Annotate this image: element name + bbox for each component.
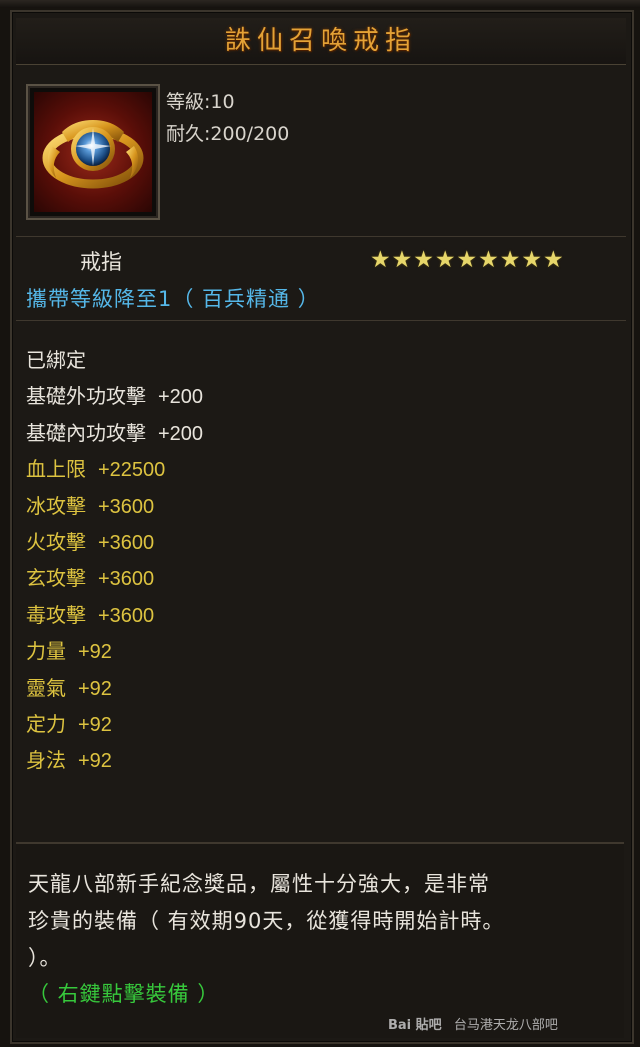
stat-row: 玄攻擊 +3600 [26,560,203,596]
stat-row: 火攻擊 +3600 [26,524,203,560]
stat-value: +3600 [98,604,155,627]
star-icon: ★ [499,247,521,273]
item-name: 誅仙召喚戒指 [224,26,417,56]
star-icon: ★ [543,247,564,273]
star-rating: ★ ★ ★ ★ ★ ★ ★ ★ ★ [370,248,564,272]
star-icon: ★ [434,247,456,273]
star-icon: ★ [370,247,391,273]
stat-name: 毒攻擊 [26,602,86,627]
watermark-text: 台马港天龙八部吧 [453,1018,558,1033]
stat-name: 火攻擊 [26,529,86,554]
stat-value: +22500 [98,459,166,482]
divider-top [16,236,626,237]
stat-value: +3600 [98,495,155,518]
stat-name: 已綁定 [26,348,86,372]
stat-name: 力量 [26,639,66,664]
description-box: 天龍八部新手紀念獎品，屬性十分強大，是非常 珍貴的裝備（ 有效期90天，從獲得時… [16,842,624,1038]
stat-value: +3600 [98,568,155,591]
stat-row: 身法 +92 [26,742,203,778]
stat-name: 血上限 [26,457,86,482]
description-line: ）。 [28,946,62,970]
star-icon: ★ [391,247,413,273]
star-icon: ★ [413,247,434,273]
stat-row: 基礎內功攻擊 +200 [26,415,203,451]
carry-level-note: 攜帶等級降至1（ 百兵精通 ） [26,287,320,311]
tooltip-title-bar: 誅仙召喚戒指 [16,18,626,65]
divider-middle [16,320,626,321]
watermark-brand: Bai 貼吧 [388,1018,442,1033]
stat-row: 基礎外功攻擊 +200 [26,378,203,414]
item-type: 戒指 [80,250,122,274]
description-text: 天龍八部新手紀念獎品，屬性十分強大，是非常 珍貴的裝備（ 有效期90天，從獲得時… [28,866,613,977]
item-durability: 耐久:200/200 [166,123,290,145]
stat-name: 玄攻擊 [26,566,86,591]
stat-value: +200 [158,422,204,445]
watermark: Bai 貼吧 台马港天龙八部吧 [388,1014,558,1033]
stat-row: 冰攻擊 +3600 [26,488,203,524]
stat-value: +92 [78,677,112,700]
stat-row: 已綁定 [26,342,203,378]
stat-name: 基礎內功攻擊 [26,420,146,445]
right-click-hint: （ 右鍵點擊裝備 ） [28,982,220,1006]
stat-row: 毒攻擊 +3600 [26,597,203,633]
item-level: 等級:10 [166,91,235,113]
star-icon: ★ [456,247,478,273]
item-icon-slot[interactable] [26,84,160,220]
stat-name: 基礎外功攻擊 [26,384,146,409]
item-meta: 等級:10 耐久:200/200 [166,86,289,150]
stat-row: 定力 +92 [26,706,203,742]
stat-list: 已綁定基礎外功攻擊 +200 基礎內功攻擊 +200 血上限 +22500 冰攻擊 +3600… [26,342,203,779]
stat-value: +92 [78,750,112,773]
stat-name: 定力 [26,711,66,736]
description-line: 珍貴的裝備（ 有效期90天，從獲得時開始計時。 [28,909,505,933]
description-line: 天龍八部新手紀念獎品，屬性十分強大，是非常 [28,872,490,896]
window-top-strip [0,0,640,8]
stat-row: 力量 +92 [26,633,203,669]
stat-row: 血上限 +22500 [26,451,203,487]
stat-name: 冰攻擊 [26,493,86,518]
ring-icon [42,120,144,189]
stat-value: +200 [158,386,204,409]
stat-name: 身法 [26,748,66,773]
stat-value: +92 [78,641,112,664]
star-icon: ★ [521,247,542,273]
stat-row: 靈氣 +92 [26,670,203,706]
stat-value: +92 [78,713,112,736]
star-icon: ★ [478,247,499,273]
stat-value: +3600 [98,531,155,554]
stat-name: 靈氣 [26,675,66,700]
